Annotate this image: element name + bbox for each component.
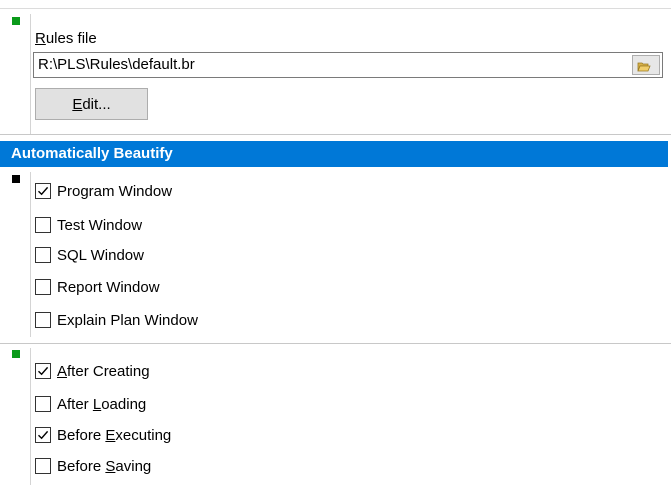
rules-file-label-text: ules file — [45, 30, 97, 47]
checkbox-box[interactable] — [35, 396, 51, 412]
edit-button[interactable]: Edit... — [35, 88, 148, 120]
checkbox-label: Before Executing — [57, 426, 172, 444]
checkbox-label: Report Window — [57, 278, 160, 296]
checkbox-box[interactable] — [35, 183, 51, 199]
edit-button-accel: E — [72, 95, 83, 113]
checkbox-before-saving[interactable]: Before Saving — [35, 455, 151, 477]
checkbox-label: Before Saving — [57, 457, 152, 475]
panel-divider — [0, 134, 671, 135]
section-header: Automatically Beautify — [0, 141, 668, 167]
edit-button-label: dit... — [82, 95, 111, 113]
checkbox-label: Test Window — [57, 216, 143, 234]
checkbox-label: After Creating — [57, 362, 150, 380]
section-marker-green — [12, 350, 20, 358]
folder-open-icon — [637, 59, 651, 76]
browse-button[interactable] — [632, 55, 660, 75]
checkbox-after-loading[interactable]: After Loading — [35, 393, 146, 415]
checkbox-box[interactable] — [35, 458, 51, 474]
checkbox-label: After Loading — [57, 395, 147, 413]
checkbox-box[interactable] — [35, 312, 51, 328]
checkbox-label: SQL Window — [57, 246, 144, 264]
checkbox-box[interactable] — [35, 247, 51, 263]
rules-file-path: R:\PLS\Rules\default.br — [38, 56, 195, 73]
section-marker-black — [12, 175, 20, 183]
rules-file-label: Rules file — [35, 30, 97, 47]
panel-left-border — [30, 348, 31, 485]
checkbox-label: Explain Plan Window — [57, 311, 198, 329]
rules-file-label-accel: R — [35, 30, 46, 47]
rules-file-field[interactable]: R:\PLS\Rules\default.br — [33, 52, 663, 78]
checkbox-box[interactable] — [35, 363, 51, 379]
checkbox-after-creating[interactable]: After Creating — [35, 360, 150, 382]
checkbox-explain-plan-window[interactable]: Explain Plan Window — [35, 309, 198, 331]
top-divider — [0, 8, 671, 9]
checkbox-sql-window[interactable]: SQL Window — [35, 244, 144, 266]
checkbox-label: Program Window — [57, 182, 173, 200]
panel-divider — [0, 343, 671, 344]
checkbox-test-window[interactable]: Test Window — [35, 214, 142, 236]
checkbox-report-window[interactable]: Report Window — [35, 276, 160, 298]
panel-left-border — [30, 14, 31, 134]
checkmark-icon — [38, 186, 49, 196]
checkbox-box[interactable] — [35, 427, 51, 443]
section-marker-green — [12, 17, 20, 25]
checkmark-icon — [38, 430, 49, 440]
checkmark-icon — [38, 366, 49, 376]
panel-left-border — [30, 172, 31, 337]
checkbox-box[interactable] — [35, 279, 51, 295]
checkbox-box[interactable] — [35, 217, 51, 233]
checkbox-program-window[interactable]: Program Window — [35, 180, 172, 202]
checkbox-before-executing[interactable]: Before Executing — [35, 424, 171, 446]
